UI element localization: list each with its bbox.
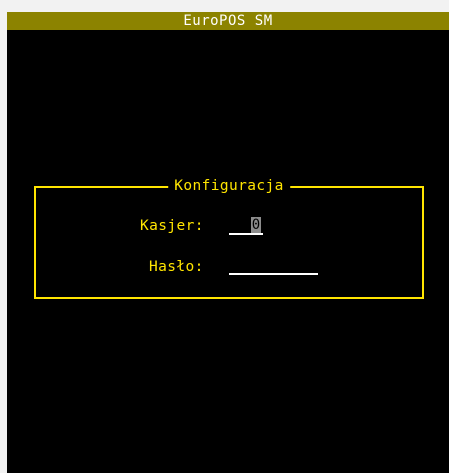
cashier-input[interactable]: 0 [229, 217, 263, 235]
cashier-input-value: 0 [251, 217, 261, 233]
config-panel: Konfiguracja [34, 177, 424, 299]
password-label: Hasło: [149, 259, 204, 275]
cashier-label: Kasjer: [140, 218, 204, 234]
password-input[interactable] [229, 257, 318, 275]
config-panel-title: Konfiguracja [168, 177, 290, 195]
terminal-screen: EuroPOS SM Konfiguracja Kasjer: 0 Hasło: [7, 12, 449, 473]
window-title: EuroPOS SM [7, 12, 449, 30]
